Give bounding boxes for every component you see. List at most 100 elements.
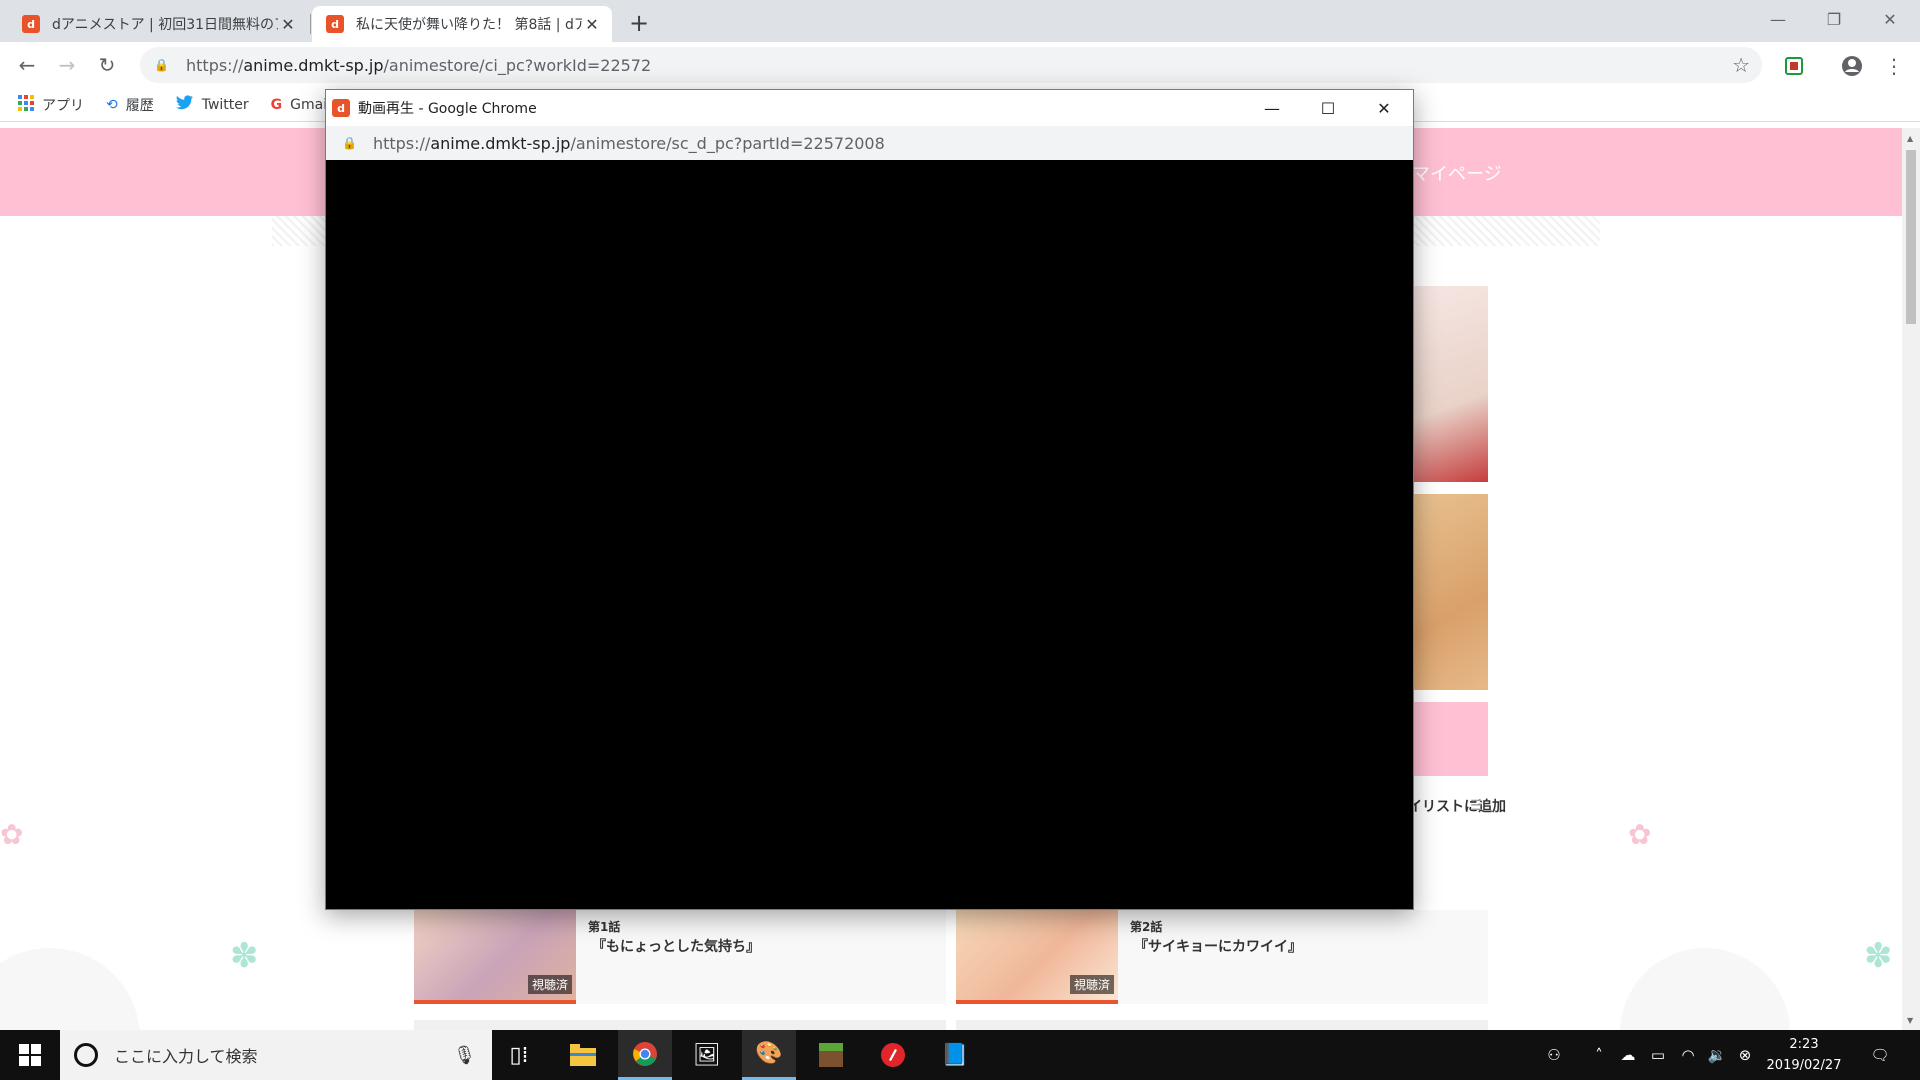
minimize-icon[interactable]: — [1750, 0, 1806, 38]
list-icon[interactable]: ☰ [1470, 798, 1483, 814]
address-bar[interactable]: 🔒 https://anime.dmkt-sp.jp/animestore/ci… [140, 47, 1762, 83]
episode-number: 第1話 [588, 920, 621, 934]
search-placeholder: ここに入力して検索 [114, 1047, 258, 1066]
danime-favicon-icon: d [326, 15, 344, 33]
episode-card-partial[interactable] [956, 1020, 1488, 1030]
twitter-icon [175, 94, 194, 115]
bookmark-label: 履歴 [125, 97, 154, 114]
profile-avatar-icon[interactable] [1838, 52, 1866, 80]
red-app-icon[interactable] [866, 1030, 920, 1080]
mypage-link[interactable]: マイページ [1412, 160, 1502, 186]
tab-episode-8[interactable]: d 私に天使が舞い降りた！ 第8話 | dアニメストア ✕ [312, 6, 612, 42]
notes-app-icon[interactable]: 📘 [928, 1030, 982, 1080]
google-icon: G [270, 96, 283, 113]
danime-favicon-icon: d [332, 99, 350, 117]
decorative-circle [1620, 948, 1790, 1030]
reload-icon[interactable]: ↻ [92, 50, 122, 80]
back-arrow-icon[interactable]: ← [12, 50, 42, 80]
people-icon[interactable]: ⚇ [1538, 1030, 1570, 1080]
popup-title: 動画再生 - Google Chrome [358, 101, 537, 117]
bookmark-gmail[interactable]: G Gmail [271, 97, 331, 113]
system-clock[interactable]: 2:23 2019/02/27 [1756, 1034, 1852, 1076]
episode-thumbnail: 視聴済 [956, 910, 1118, 1004]
address-url: https://anime.dmkt-sp.jp/animestore/ci_p… [186, 55, 652, 75]
popup-address-bar: 🔒 https://anime.dmkt-sp.jp/animestore/sc… [326, 126, 1413, 160]
key-visual-banner [1414, 702, 1488, 776]
taskbar-search-box[interactable]: ここに入力して検索 🎙 [60, 1030, 492, 1080]
flower-decoration-icon: ✿ [1628, 818, 1652, 851]
window-close-icon[interactable]: ✕ [1862, 0, 1918, 38]
bookmark-label: アプリ [42, 97, 84, 114]
cortana-icon [74, 1043, 98, 1067]
scroll-up-icon[interactable]: ▲ [1907, 134, 1913, 143]
restore-icon[interactable]: ❐ [1806, 0, 1862, 38]
new-tab-button[interactable]: + [624, 9, 654, 37]
tab-strip: d dアニメストア | 初回31日間無料のアニメ見放題サイト ✕ d 私に天使が… [0, 0, 1920, 42]
onedrive-cloud-icon[interactable]: ☁ [1614, 1030, 1642, 1080]
episode-title: 『もにょっとした気持ち』 [592, 939, 760, 955]
chevron-up-icon[interactable]: ˄ [1586, 1030, 1612, 1080]
episode-thumbnail: 視聴済 [414, 910, 576, 1004]
popup-titlebar[interactable]: d 動画再生 - Google Chrome — ☐ ✕ [326, 90, 1413, 126]
file-explorer-icon[interactable] [556, 1030, 610, 1080]
no-entry-icon[interactable]: ⊗ [1732, 1030, 1758, 1080]
chrome-taskbar-icon[interactable] [618, 1030, 672, 1080]
close-icon[interactable]: ✕ [278, 15, 298, 34]
history-icon: ⟲ [106, 96, 118, 113]
episode-card-partial[interactable] [414, 1020, 946, 1030]
windows-start-button[interactable] [0, 1030, 60, 1080]
task-view-icon[interactable]: ▯⁞ [492, 1030, 546, 1080]
close-icon[interactable]: ✕ [582, 15, 602, 34]
video-player-popup: d 動画再生 - Google Chrome — ☐ ✕ 🔒 https://a… [325, 89, 1414, 910]
tab-danime-store[interactable]: d dアニメストア | 初回31日間無料のアニメ見放題サイト ✕ [8, 6, 308, 42]
clock-date: 2019/02/27 [1766, 1058, 1842, 1073]
maximize-icon[interactable]: ☐ [1300, 90, 1356, 126]
scroll-down-icon[interactable]: ▼ [1907, 1016, 1913, 1025]
windows-taskbar: ここに入力して検索 🎙 ▯⁞ 🖼 🎨 📘 ⚇ ˄ ☁ ▭ ◠ 🔉 ⊗ 2:23 … [0, 1030, 1920, 1080]
flower-decoration-icon: ✿ [0, 818, 24, 851]
bookmark-label: Twitter [201, 96, 249, 113]
flower-decoration-icon: ✽ [1864, 936, 1893, 976]
clock-time: 2:23 [1789, 1037, 1819, 1052]
menu-kebab-icon[interactable]: ⋮ [1880, 52, 1908, 80]
wifi-icon[interactable]: ◠ [1674, 1030, 1702, 1080]
episode-number: 第2話 [1130, 920, 1163, 934]
notification-center-icon[interactable]: 🗨 [1860, 1030, 1900, 1080]
microphone-icon[interactable]: 🎙 [453, 1045, 476, 1066]
volume-icon[interactable]: 🔉 [1704, 1030, 1730, 1080]
scroll-thumb[interactable] [1906, 150, 1916, 324]
bookmark-star-icon[interactable]: ☆ [1732, 53, 1750, 77]
key-visual-image [1414, 494, 1488, 690]
episode-title: 『サイキョーにカワイイ』 [1134, 939, 1302, 955]
decorative-circle [0, 948, 140, 1030]
danime-favicon-icon: d [22, 15, 40, 33]
bookmark-apps[interactable]: アプリ [18, 94, 84, 115]
browser-toolbar: ← → ↻ 🔒 https://anime.dmkt-sp.jp/animest… [0, 42, 1920, 88]
tab-title: 私に天使が舞い降りた！ 第8話 | dアニメストア [356, 17, 582, 33]
extension-icon[interactable] [1780, 52, 1808, 80]
paint-app-icon[interactable]: 🎨 [742, 1030, 796, 1080]
window-close-icon[interactable]: ✕ [1356, 90, 1412, 126]
photos-app-icon[interactable]: 🖼 [680, 1030, 734, 1080]
tab-separator [310, 14, 311, 34]
windows-logo-icon [19, 1044, 41, 1066]
video-player[interactable] [326, 160, 1413, 909]
lock-icon: 🔒 [154, 58, 169, 72]
watched-badge: 視聴済 [527, 975, 572, 994]
forward-arrow-icon[interactable]: → [52, 50, 82, 80]
episode-card[interactable]: 視聴済 第2話 『サイキョーにカワイイ』 [956, 910, 1488, 1004]
page-scrollbar[interactable]: ▲ ▼ [1902, 128, 1920, 1030]
minimize-icon[interactable]: — [1244, 90, 1300, 126]
watched-badge: 視聴済 [1069, 975, 1114, 994]
popup-url: https://anime.dmkt-sp.jp/animestore/sc_d… [372, 133, 885, 153]
apps-grid-icon [18, 94, 34, 115]
lock-icon: 🔒 [342, 136, 357, 150]
minecraft-icon[interactable] [804, 1030, 858, 1080]
flower-decoration-icon: ✽ [230, 936, 259, 976]
episode-card[interactable]: 視聴済 第1話 『もにょっとした気持ち』 [414, 910, 946, 1004]
battery-icon[interactable]: ▭ [1644, 1030, 1672, 1080]
bookmark-history[interactable]: ⟲ 履歴 [106, 95, 154, 115]
tab-title: dアニメストア | 初回31日間無料のアニメ見放題サイト [52, 17, 278, 33]
key-visual-image [1414, 286, 1488, 482]
bookmark-twitter[interactable]: Twitter [175, 94, 249, 115]
